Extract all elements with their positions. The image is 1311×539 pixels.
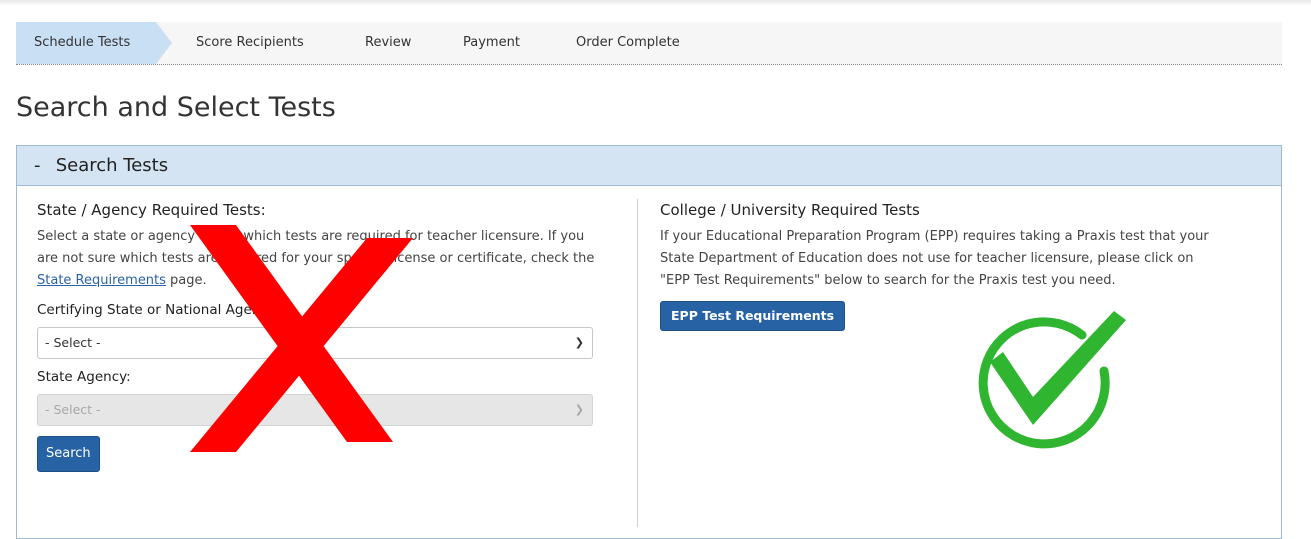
red-x-icon xyxy=(190,225,413,452)
annotation-overlay xyxy=(190,225,1126,452)
green-check-circle-icon xyxy=(978,311,1126,449)
